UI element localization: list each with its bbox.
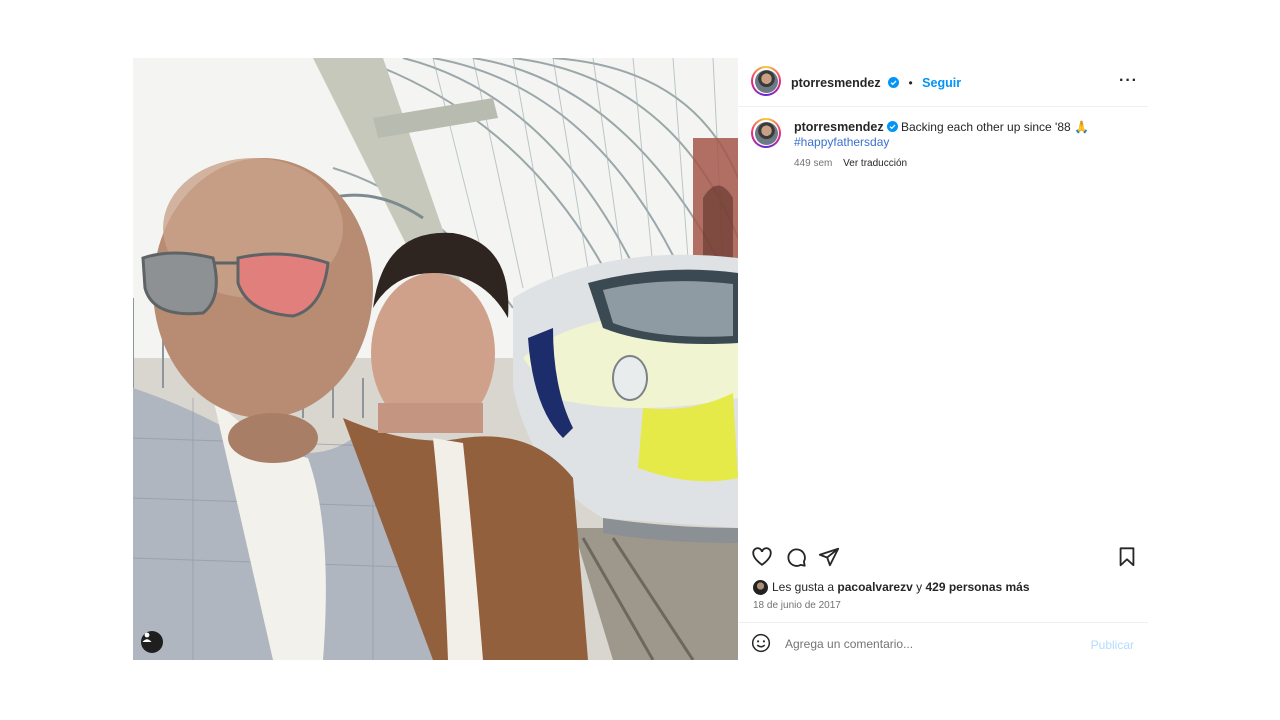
header-author-line: ptorresmendez • Seguir — [791, 74, 961, 92]
send-icon[interactable] — [818, 546, 840, 568]
hashtag-link[interactable]: #happyfathersday — [794, 135, 889, 149]
verified-badge-icon — [888, 77, 900, 88]
likes-summary: Les gusta a paco​alvarezv y 429 personas… — [753, 580, 1030, 595]
likes-prefix: Les gusta a — [772, 580, 835, 594]
likes-conjunction: y — [916, 580, 923, 594]
caption-text-block: ptorresmendez Backing each other up sinc… — [794, 120, 1124, 171]
post-age: 449 sem — [794, 158, 833, 169]
photo-illustration — [133, 58, 738, 660]
author-avatar[interactable] — [751, 66, 781, 96]
liker-avatar[interactable] — [753, 580, 768, 595]
bookmark-icon[interactable] — [1116, 546, 1138, 568]
author-username[interactable]: ptorresmendez — [791, 76, 881, 90]
comment-input[interactable] — [785, 637, 1035, 651]
caption-body: Backing each other up since '88 🙏 — [900, 120, 1089, 134]
emoji-icon[interactable] — [751, 633, 771, 653]
follow-button[interactable]: Seguir — [922, 76, 961, 90]
more-options-icon[interactable]: ··· — [1119, 72, 1138, 90]
caption-author-avatar[interactable] — [751, 118, 781, 148]
caption-username[interactable]: ptorresmendez — [794, 120, 884, 134]
user-tag-icon — [142, 632, 152, 642]
likes-count[interactable]: 429 personas más — [925, 580, 1029, 594]
comment-bar: Publicar — [738, 622, 1148, 661]
post-side-panel: ptorresmendez • Seguir ··· ptorresmendez… — [738, 58, 1148, 660]
separator-dot: • — [908, 76, 913, 90]
post-photo[interactable] — [133, 58, 738, 660]
caption-meta: 449 sem Ver traducción — [794, 156, 1124, 171]
user-tag-button[interactable] — [141, 631, 163, 653]
publish-button[interactable]: Publicar — [1091, 638, 1134, 652]
heart-icon[interactable] — [751, 546, 773, 568]
translate-link[interactable]: Ver traducción — [843, 158, 907, 169]
post-date: 18 de junio de 2017 — [753, 600, 841, 611]
post-container: ptorresmendez • Seguir ··· ptorresmendez… — [133, 58, 1148, 660]
comment-icon[interactable] — [785, 546, 807, 568]
action-bar — [738, 534, 1148, 574]
verified-badge-icon — [886, 121, 898, 132]
post-header: ptorresmendez • Seguir ··· — [738, 58, 1148, 107]
liker-username[interactable]: paco​alvarezv — [837, 580, 912, 594]
